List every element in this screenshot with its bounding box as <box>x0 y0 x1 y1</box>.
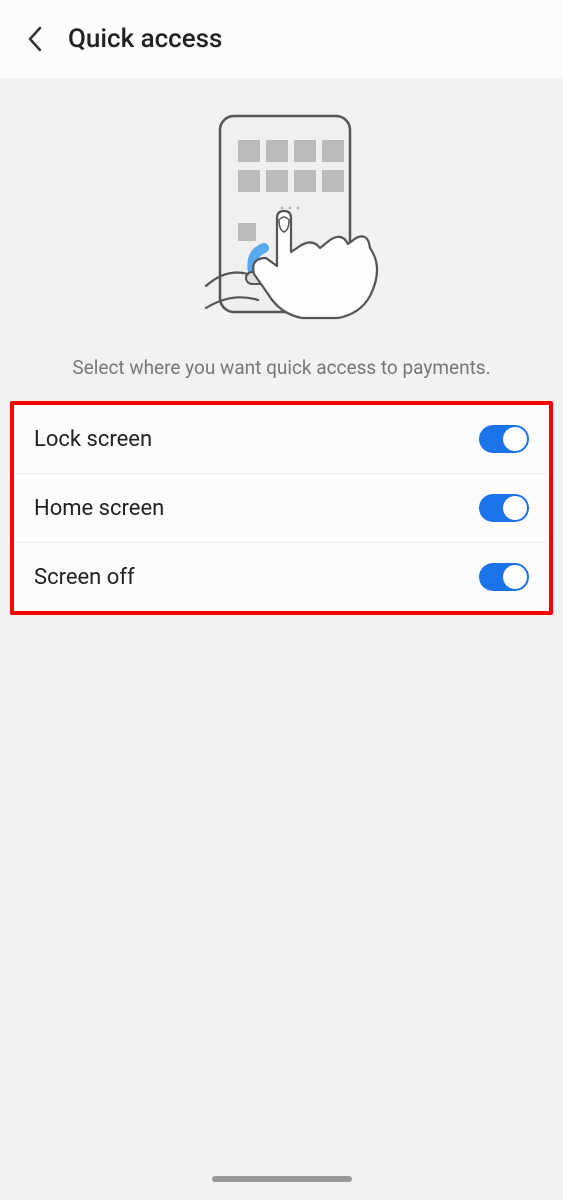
option-home-screen[interactable]: Home screen <box>14 474 549 543</box>
navigation-bar-handle[interactable] <box>212 1176 352 1182</box>
toggle-home-screen[interactable] <box>479 494 529 522</box>
page-header: Quick access <box>0 0 563 78</box>
back-icon[interactable] <box>18 22 52 56</box>
toggle-screen-off[interactable] <box>479 563 529 591</box>
option-lock-screen[interactable]: Lock screen <box>14 405 549 474</box>
option-screen-off[interactable]: Screen off <box>14 543 549 611</box>
toggle-lock-screen[interactable] <box>479 425 529 453</box>
page-title: Quick access <box>68 24 222 54</box>
description-text: Select where you want quick access to pa… <box>0 346 563 401</box>
options-panel: Lock screen Home screen Screen off <box>10 401 553 615</box>
option-label: Lock screen <box>34 427 152 452</box>
option-label: Home screen <box>34 496 164 521</box>
swipe-illustration <box>0 78 563 346</box>
option-label: Screen off <box>34 565 135 590</box>
